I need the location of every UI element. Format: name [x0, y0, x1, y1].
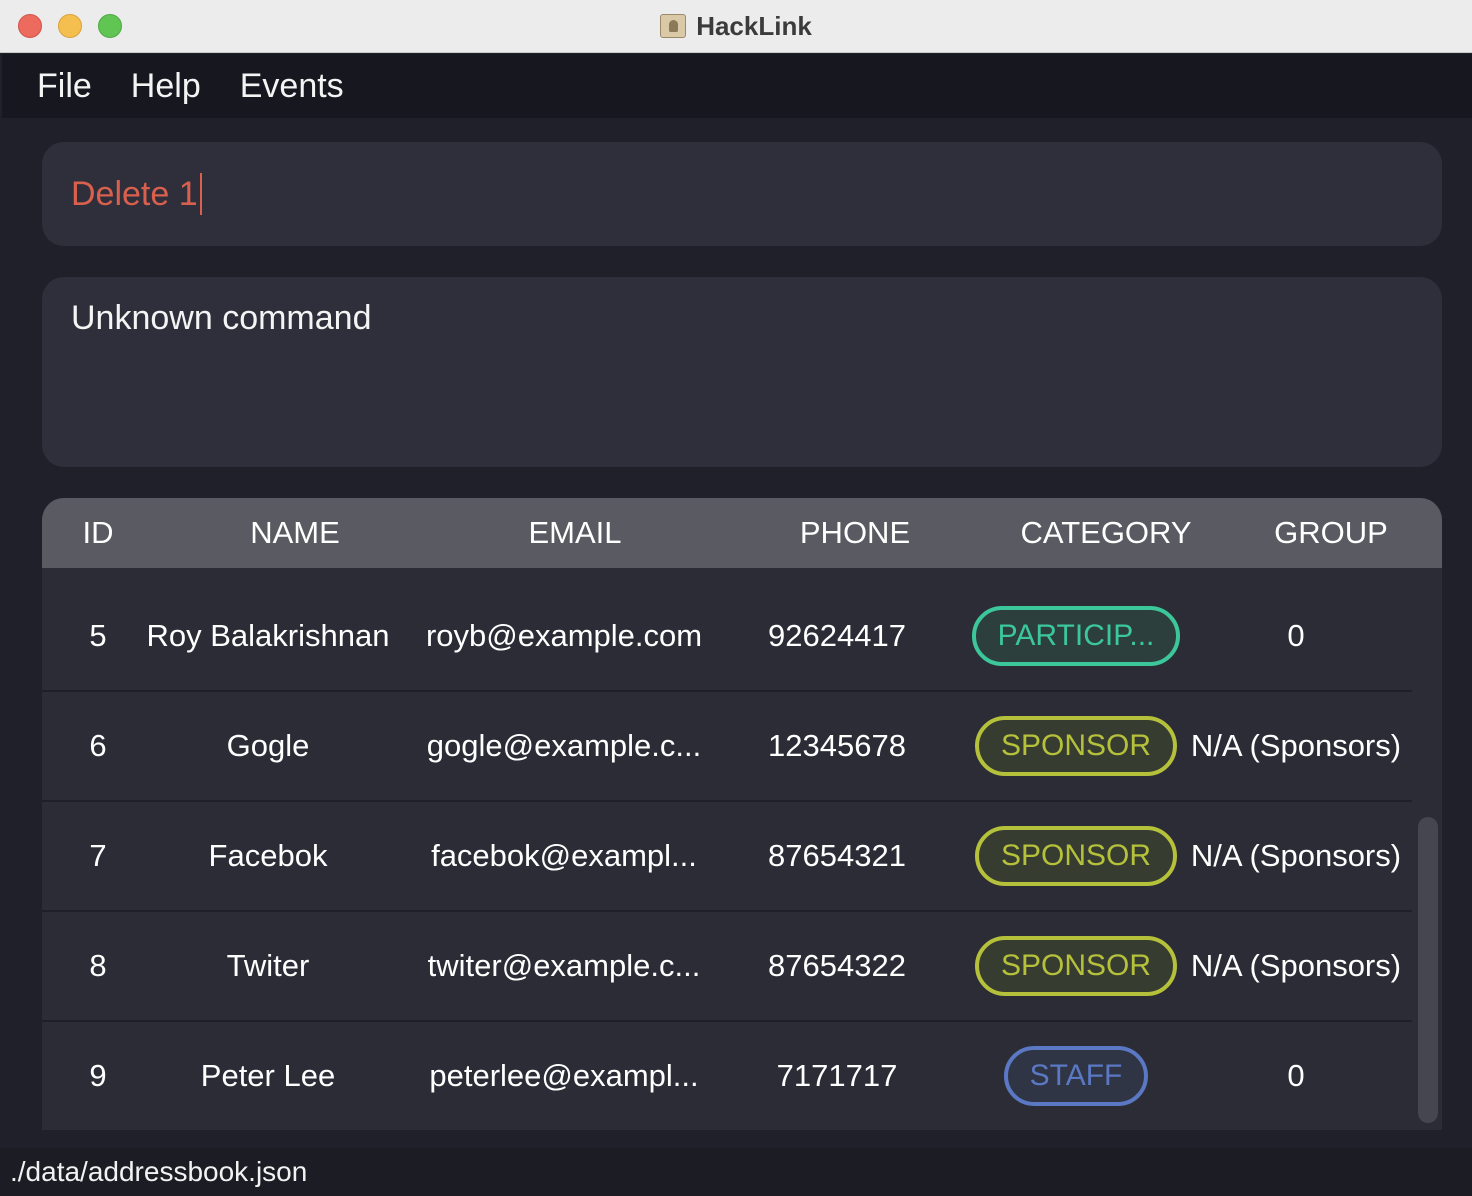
cell-phone: 92624417: [768, 618, 906, 653]
cell-id: 9: [89, 1058, 107, 1093]
cell-phone: 87654322: [768, 948, 906, 983]
cell-category: SPONSOR: [972, 802, 1180, 910]
column-header-category[interactable]: CATEGORY: [996, 498, 1216, 568]
cell-phone: 87654321: [768, 838, 906, 873]
cell-group: 0: [1287, 618, 1305, 653]
command-input[interactable]: Delete 1: [42, 142, 1442, 246]
result-display: Unknown command: [42, 277, 1442, 467]
category-badge-staff: STAFF: [1003, 1046, 1149, 1106]
table-row[interactable]: 7 Facebok facebok@exampl... 87654321 SPO…: [42, 802, 1412, 912]
table-row[interactable]: 9 Peter Lee peterlee@exampl... 7171717 S…: [42, 1022, 1412, 1130]
cell-name: Facebok: [208, 838, 328, 873]
table-header: ID NAME EMAIL PHONE CATEGORY GROUP: [42, 498, 1442, 568]
table-row[interactable]: 6 Gogle gogle@example.c... 12345678 SPON…: [42, 692, 1412, 802]
contacts-app-icon: [660, 14, 687, 38]
cell-category: SPONSOR: [972, 692, 1180, 800]
menu-help[interactable]: Help: [131, 67, 201, 106]
result-message: Unknown command: [71, 299, 372, 337]
title-bar: HackLink: [0, 0, 1472, 53]
cell-phone: 12345678: [768, 728, 906, 763]
status-bar: ./data/addressbook.json: [0, 1148, 1472, 1196]
category-badge-sponsor: SPONSOR: [974, 826, 1178, 886]
cell-group: 0: [1287, 1058, 1305, 1093]
column-header-phone[interactable]: PHONE: [714, 498, 996, 568]
cell-category: SPONSOR: [972, 912, 1180, 1020]
column-header-email[interactable]: EMAIL: [436, 498, 714, 568]
table-scrollbar-thumb[interactable]: [1418, 817, 1438, 1123]
cell-category: PARTICIP...: [971, 582, 1181, 690]
cell-id: 6: [89, 728, 107, 763]
category-badge-participant: PARTICIP...: [971, 606, 1181, 666]
window-title: HackLink: [696, 10, 812, 41]
menu-bar: File Help Events: [2, 54, 1472, 118]
cell-id: 7: [89, 838, 107, 873]
column-header-id[interactable]: ID: [42, 498, 154, 568]
cell-group: N/A (Sponsors): [1190, 948, 1402, 983]
contacts-table: ID NAME EMAIL PHONE CATEGORY GROUP 5 Roy…: [42, 498, 1442, 1130]
cell-id: 5: [89, 618, 107, 653]
table-body: 5 Roy Balakrishnan royb@example.com 9262…: [42, 568, 1412, 1130]
menu-file[interactable]: File: [37, 67, 92, 106]
cell-group: N/A (Sponsors): [1190, 728, 1402, 763]
text-caret: [199, 173, 202, 215]
category-badge-sponsor: SPONSOR: [974, 936, 1178, 996]
cell-group: N/A (Sponsors): [1190, 838, 1402, 873]
cell-id: 8: [89, 948, 107, 983]
menu-events[interactable]: Events: [240, 67, 344, 106]
cell-email: royb@example.com: [425, 618, 703, 653]
cell-name: Peter Lee: [200, 1058, 336, 1093]
cell-name: Gogle: [226, 728, 310, 763]
window-title-group: HackLink: [0, 0, 1472, 52]
storage-file-path: ./data/addressbook.json: [10, 1156, 308, 1187]
column-header-group[interactable]: GROUP: [1216, 498, 1442, 568]
command-input-text: Delete 1: [71, 174, 198, 213]
cell-phone: 7171717: [776, 1058, 898, 1093]
category-badge-sponsor: SPONSOR: [974, 716, 1178, 776]
cell-email: facebok@exampl...: [431, 838, 697, 873]
cell-name: Twiter: [226, 948, 310, 983]
cell-email: peterlee@exampl...: [429, 1058, 699, 1093]
table-row[interactable]: 8 Twiter twiter@example.c... 87654322 SP…: [42, 912, 1412, 1022]
column-header-name[interactable]: NAME: [154, 498, 436, 568]
table-row[interactable]: 5 Roy Balakrishnan royb@example.com 9262…: [42, 582, 1412, 692]
cell-email: gogle@example.c...: [426, 728, 702, 763]
cell-name: Roy Balakrishnan: [146, 618, 390, 653]
cell-category: STAFF: [972, 1022, 1180, 1130]
cell-email: twiter@example.c...: [427, 948, 701, 983]
